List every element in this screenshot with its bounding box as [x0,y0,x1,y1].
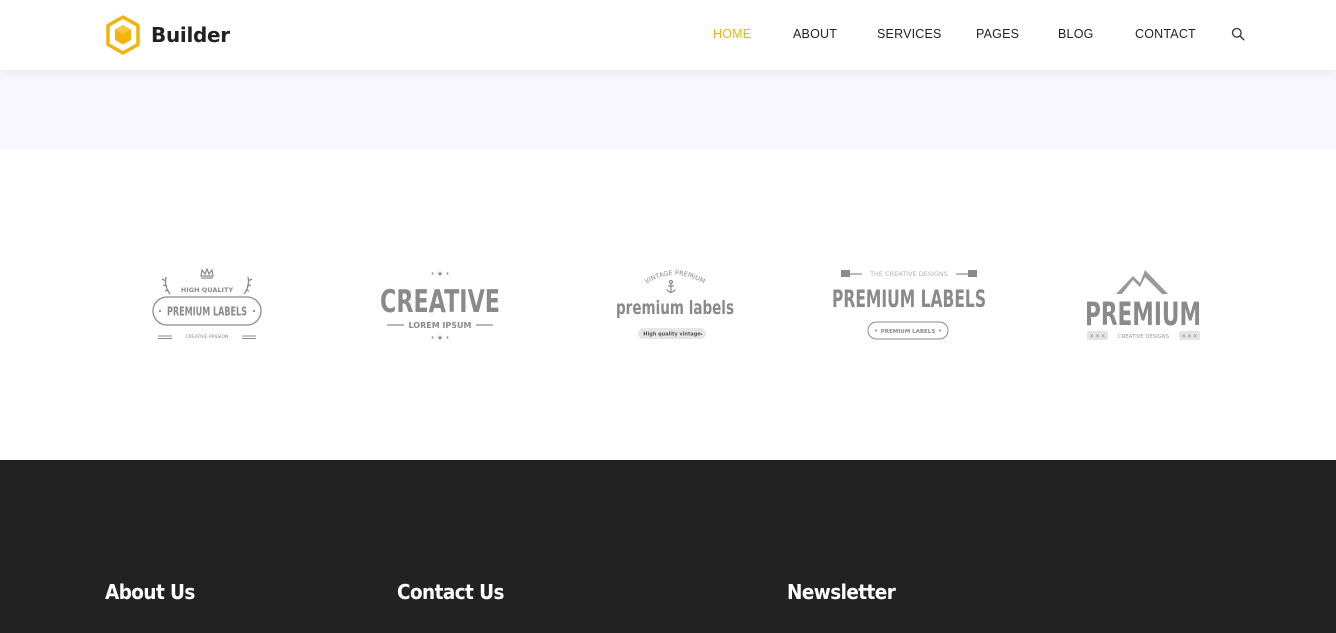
anchor-icon [666,279,676,293]
client-2-sub-text: LOREM IPSUM [408,321,471,330]
mountain-icon [1116,270,1168,294]
nav-item-services[interactable]: SERVICES [877,27,942,41]
nav-item-about[interactable]: ABOUT [793,27,837,41]
search-icon[interactable] [1231,27,1245,41]
client-3-main-text: premium labels [616,297,734,319]
svg-text:× × ×: × × × [1090,334,1106,340]
svg-text:• ★ •: • ★ • [431,270,450,278]
laurel-left-icon [161,276,171,295]
footer-contact-title: Contact Us [397,580,505,604]
client-1-top-text: HIGH QUALITY [181,286,234,294]
client-5-bottom-text: CREATIVE DESIGNS [1118,334,1170,340]
site-footer: About Us Contact Us Newsletter [0,460,1336,633]
clients-section: HIGH QUALITY PREMIUM LABELS CREATIVE PAS… [0,150,1336,460]
svg-text:× × ×: × × × [1182,334,1198,340]
nav-item-home[interactable]: HOME [713,27,751,41]
client-logo-premium-labels-ribbon[interactable]: THE CREATIVE DESIGNS PREMIUM LABELS PREM… [826,266,992,346]
client-4-bottom-text: PREMIUM LABELS [881,329,936,335]
client-3-bottom-text: High quality vintage [643,332,701,338]
client-logo-premium-labels-badge[interactable]: HIGH QUALITY PREMIUM LABELS CREATIVE PAS… [146,266,268,346]
client-4-top-text: THE CREATIVE DESIGNS [869,270,948,278]
client-3-top-text: VINTAGE PREMIUM [643,269,706,286]
client-logo-premium-mountain[interactable]: PREMIUM × × × × × × CREATIVE DESIGNS [1078,266,1208,346]
svg-text:• ★ •: • ★ • [431,334,450,342]
page-banner [0,70,1336,150]
client-1-bottom-text: CREATIVE PASSION [186,334,229,340]
svg-text:VINTAGE PREMIUM: VINTAGE PREMIUM [643,269,706,286]
client-1-main-text: PREMIUM LABELS [167,305,247,319]
crown-icon [200,267,214,279]
client-logo-premium-labels-vintage[interactable]: VINTAGE PREMIUM premium labels • • High … [610,266,740,346]
footer-about-title: About Us [105,580,195,604]
site-header: Builder HOME ABOUT SERVICES PAGES BLOG C… [0,0,1336,70]
main-nav: HOME ABOUT SERVICES PAGES BLOG CONTACT [0,0,1336,70]
laurel-right-icon [243,276,253,295]
client-5-main-text: PREMIUM [1085,295,1201,333]
nav-item-blog[interactable]: BLOG [1058,27,1094,41]
nav-item-contact[interactable]: CONTACT [1135,27,1196,41]
footer-newsletter-title: Newsletter [787,580,896,604]
client-2-main-text: CREATIVE [380,284,500,320]
nav-item-pages[interactable]: PAGES [976,27,1019,41]
client-logo-creative[interactable]: • ★ • CREATIVE LOREM IPSUM • ★ • [374,266,506,346]
client-4-main-text: PREMIUM LABELS [832,285,986,313]
